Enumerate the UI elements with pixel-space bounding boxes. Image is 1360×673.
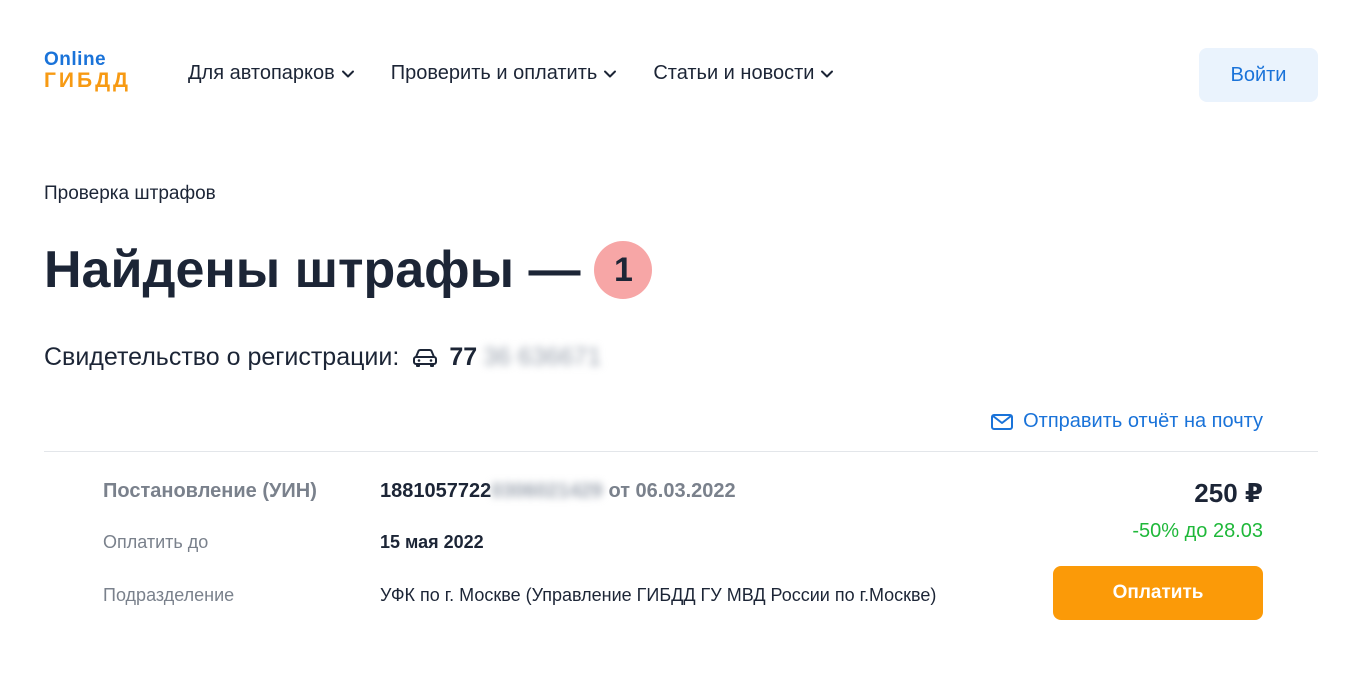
fine-details: Постановление (УИН) 18810577220306021429… — [103, 476, 936, 606]
pay-button[interactable]: Оплатить — [1053, 566, 1263, 620]
site-logo[interactable]: Online ГИБДД — [44, 50, 131, 91]
nav-item-label: Проверить и оплатить — [390, 62, 598, 84]
main-nav: Для автопарков Проверить и оплатить Стат… — [188, 62, 870, 85]
send-report-label: Отправить отчёт на почту — [1023, 410, 1263, 432]
department-row: Подразделение УФК по г. Москве (Управлен… — [103, 585, 936, 606]
resolution-number-hidden: 0306021429 — [491, 479, 603, 502]
department-value: УФК по г. Москве (Управление ГИБДД ГУ МВ… — [380, 585, 937, 605]
resolution-number: 18810577220306021429 от 06.03.2022 — [380, 480, 736, 503]
login-button[interactable]: Войти — [1199, 48, 1318, 102]
pay-until-value: 15 мая 2022 — [380, 532, 484, 552]
chevron-down-icon — [604, 70, 617, 77]
resolution-label: Постановление (УИН) — [103, 479, 317, 502]
car-icon — [413, 348, 438, 367]
page-title-text: Найдены штрафы — — [44, 241, 581, 299]
divider — [44, 451, 1318, 452]
resolution-number-visible: 1881057722 — [380, 479, 492, 502]
nav-item-check-pay[interactable]: Проверить и оплатить — [391, 62, 618, 85]
registration-number: 77 — [449, 343, 478, 371]
fine-amount: 250 ₽ — [1194, 478, 1263, 508]
pay-until-row: Оплатить до 15 мая 2022 — [103, 532, 936, 553]
registration-info: Свидетельство о регистрации: 77 36 63667… — [44, 343, 601, 372]
resolution-row: Постановление (УИН) 18810577220306021429… — [103, 476, 936, 506]
nav-item-articles[interactable]: Статьи и новости — [653, 62, 834, 85]
page-title: Найдены штрафы — 1 — [44, 240, 653, 300]
discount-text: -50% до 28.03 — [1132, 520, 1263, 542]
registration-number-hidden: 36 636671 — [483, 343, 602, 371]
fines-count-badge: 1 — [594, 241, 653, 299]
pay-until-label: Оплатить до — [103, 532, 209, 552]
nav-item-label: Статьи и новости — [653, 62, 815, 84]
chevron-down-icon — [341, 70, 354, 77]
resolution-date: от 06.03.2022 — [608, 479, 736, 502]
chevron-down-icon — [821, 70, 834, 77]
logo-gibdd-text: ГИБДД — [44, 69, 132, 92]
registration-label: Свидетельство о регистрации: — [44, 343, 400, 371]
department-label: Подразделение — [103, 585, 235, 605]
mail-icon — [991, 413, 1014, 430]
nav-item-fleets[interactable]: Для автопарков — [188, 62, 355, 85]
send-report-email-link[interactable]: Отправить отчёт на почту — [991, 410, 1263, 433]
nav-item-label: Для автопарков — [188, 62, 335, 84]
breadcrumb[interactable]: Проверка штрафов — [44, 183, 216, 205]
logo-online-text: Online — [44, 49, 107, 70]
